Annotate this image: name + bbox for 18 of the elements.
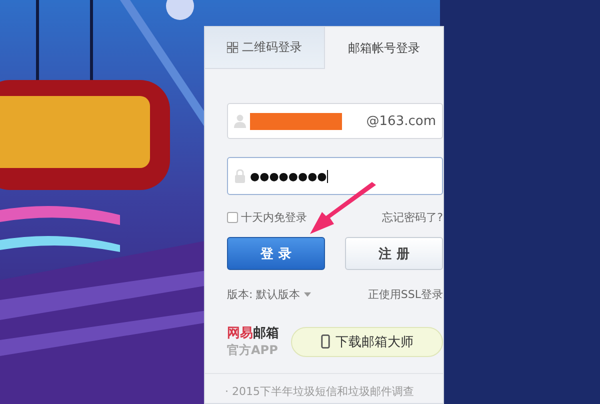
caret-icon	[304, 292, 312, 297]
phone-icon	[320, 334, 330, 349]
username-field[interactable]: @163.com	[227, 103, 443, 139]
brand-logo: 网易邮箱	[227, 325, 279, 342]
login-tab[interactable]: 二维码登录	[205, 27, 324, 69]
lock-icon	[234, 169, 246, 183]
user-icon	[234, 114, 246, 128]
password-field[interactable]: ●●●●●●●●	[227, 157, 443, 195]
login-button[interactable]: 登 录	[227, 237, 325, 270]
download-app-button[interactable]: 下载邮箱大师	[291, 326, 443, 356]
domain-suffix: @163.com	[366, 114, 436, 128]
brand-subtitle: 官方APP	[227, 342, 279, 359]
ssl-link[interactable]: 正使用SSL登录	[368, 287, 443, 302]
remember-checkbox[interactable]: 十天内免登录	[227, 210, 307, 225]
qr-code-icon	[226, 42, 238, 53]
forgot-password-link[interactable]: 忘记密码了?	[382, 210, 443, 225]
register-button[interactable]: 注 册	[345, 237, 443, 270]
version-dropdown[interactable]: 版本: 默认版本	[227, 287, 312, 302]
